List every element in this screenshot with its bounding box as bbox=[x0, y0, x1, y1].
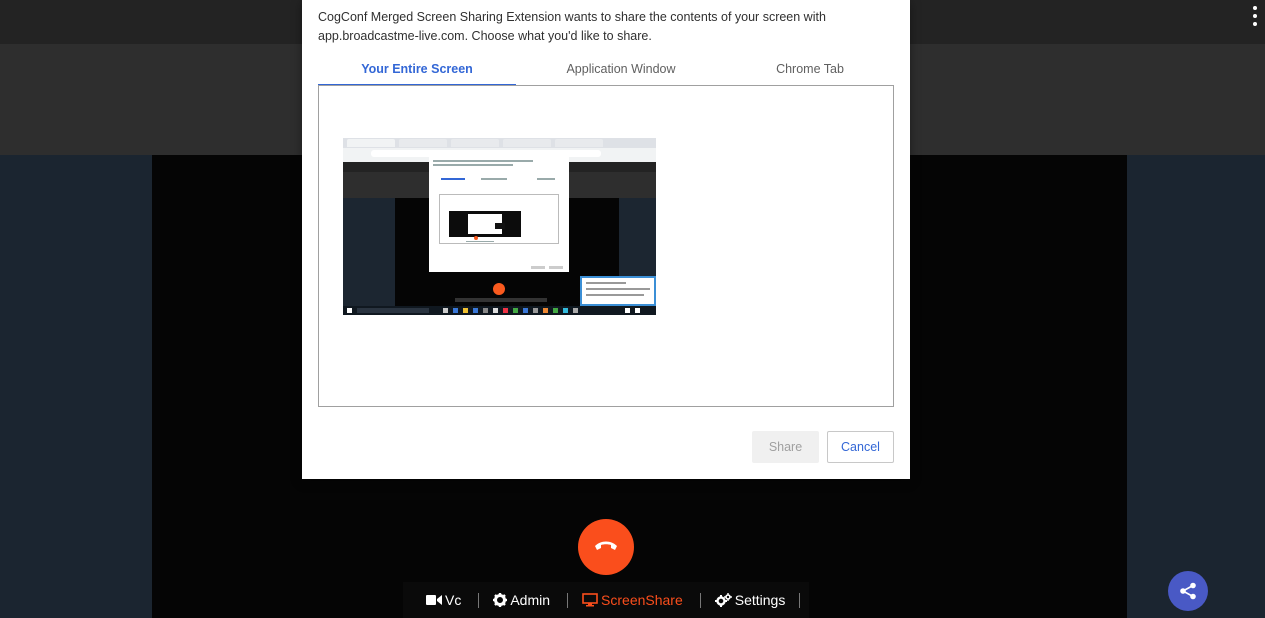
tab-application-window[interactable]: Application Window bbox=[516, 56, 726, 86]
phone-hangup-icon bbox=[595, 541, 617, 550]
thumbnail-dialog bbox=[429, 154, 569, 272]
dialog-message: CogConf Merged Screen Sharing Extension … bbox=[318, 10, 826, 43]
source-pane bbox=[318, 85, 894, 407]
left-panel bbox=[0, 155, 152, 618]
source-tabs: Your Entire Screen Application Window Ch… bbox=[318, 56, 894, 86]
more-options-icon[interactable] bbox=[1252, 6, 1258, 26]
toolbar-settings[interactable]: Settings bbox=[714, 590, 786, 610]
tab-chrome-tab[interactable]: Chrome Tab bbox=[726, 56, 894, 86]
toolbar-admin-label: Admin bbox=[510, 592, 551, 608]
tab-entire-screen[interactable]: Your Entire Screen bbox=[318, 56, 516, 86]
toolbar-vc[interactable]: Vc bbox=[426, 590, 461, 610]
screen-thumbnail[interactable] bbox=[343, 138, 656, 315]
toolbar-vc-label: Vc bbox=[445, 592, 462, 608]
toolbar-settings-label: Settings bbox=[734, 592, 786, 608]
toolbar-screenshare[interactable]: ScreenShare bbox=[582, 590, 683, 610]
screen-share-dialog: CogConf Merged Screen Sharing Extension … bbox=[302, 0, 910, 479]
toolbar-screenshare-label: ScreenShare bbox=[601, 592, 683, 608]
toolbar-admin[interactable]: Admin bbox=[493, 590, 550, 610]
toolbar-divider bbox=[699, 592, 701, 608]
share-fab-button[interactable] bbox=[1168, 571, 1208, 611]
video-camera-icon bbox=[426, 595, 442, 605]
thumbnail-popup bbox=[580, 276, 656, 306]
toolbar-divider bbox=[567, 592, 569, 608]
hang-up-button[interactable] bbox=[578, 519, 634, 575]
toolbar-divider bbox=[799, 592, 801, 608]
share-button[interactable]: Share bbox=[752, 431, 819, 463]
share-icon bbox=[1180, 582, 1196, 600]
toolbar-divider bbox=[478, 592, 480, 608]
right-panel bbox=[1127, 155, 1265, 618]
cancel-button[interactable]: Cancel bbox=[827, 431, 894, 463]
call-toolbar: Vc Admin ScreenShare Settings bbox=[403, 582, 809, 618]
gear-icon bbox=[493, 593, 508, 607]
monitor-icon bbox=[582, 593, 598, 607]
thumbnail-taskbar bbox=[343, 306, 656, 315]
gears-icon bbox=[714, 593, 732, 607]
